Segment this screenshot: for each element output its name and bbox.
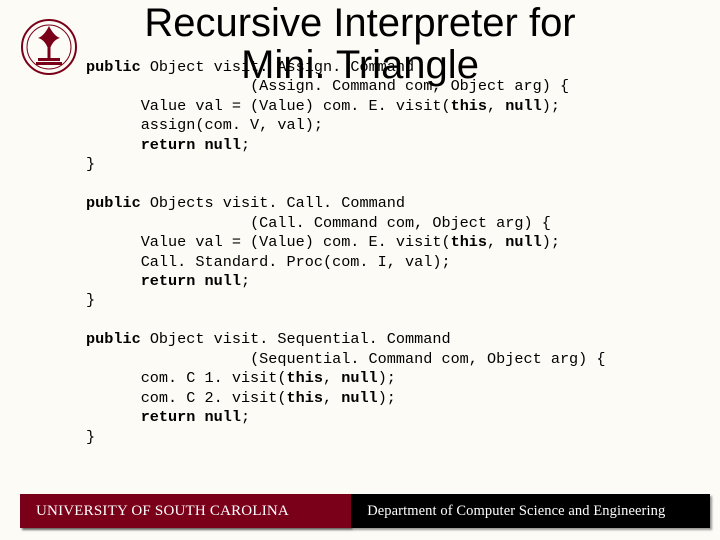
kw-null: null [505,233,541,251]
slide-title: Recursive Interpreter for Mini. Triangle [0,2,720,86]
kw-this: this [287,369,323,387]
kw-null: null [341,369,377,387]
stmt: Call. Standard. Proc(com. I, val); [141,253,451,271]
footer-left-text: UNIVERSITY OF SOUTH CAROLINA [36,503,289,520]
title-line-1: Recursive Interpreter for [144,1,575,45]
brace-close: } [86,155,95,173]
footer-right-text: Department of Computer Science and Engin… [367,503,665,520]
kw-return: return null [141,408,241,426]
stmt: com. C 2. visit( [141,389,287,407]
brace-close: } [86,291,95,309]
kw-return: return null [141,136,241,154]
ret-type: Objects [150,194,214,212]
kw-this: this [451,97,487,115]
method-name: visit. Call. Command [223,194,405,212]
code-block: public Object visit. Assign. Command (As… [86,58,606,447]
kw-public: public [86,194,141,212]
method-name: visit. Sequential. Command [214,330,451,348]
footer-department: Department of Computer Science and Engin… [351,494,710,528]
ret-type: Object [150,330,205,348]
brace-close: } [86,428,95,446]
footer-bar: UNIVERSITY OF SOUTH CAROLINA Department … [20,494,710,528]
kw-return: return null [141,272,241,290]
stmt: Value val = (Value) com. E. visit( [141,97,451,115]
title-line-2: Mini. Triangle [241,43,479,87]
kw-this: this [451,233,487,251]
kw-this: this [287,389,323,407]
params: (Call. Command com, Object arg) { [250,214,551,232]
kw-public: public [86,330,141,348]
stmt: assign(com. V, val); [141,116,323,134]
params: (Sequential. Command com, Object arg) { [250,350,605,368]
footer-university: UNIVERSITY OF SOUTH CAROLINA [20,494,351,528]
stmt: com. C 1. visit( [141,369,287,387]
kw-null: null [341,389,377,407]
university-seal-logo [20,18,78,76]
stmt: Value val = (Value) com. E. visit( [141,233,451,251]
kw-null: null [505,97,541,115]
